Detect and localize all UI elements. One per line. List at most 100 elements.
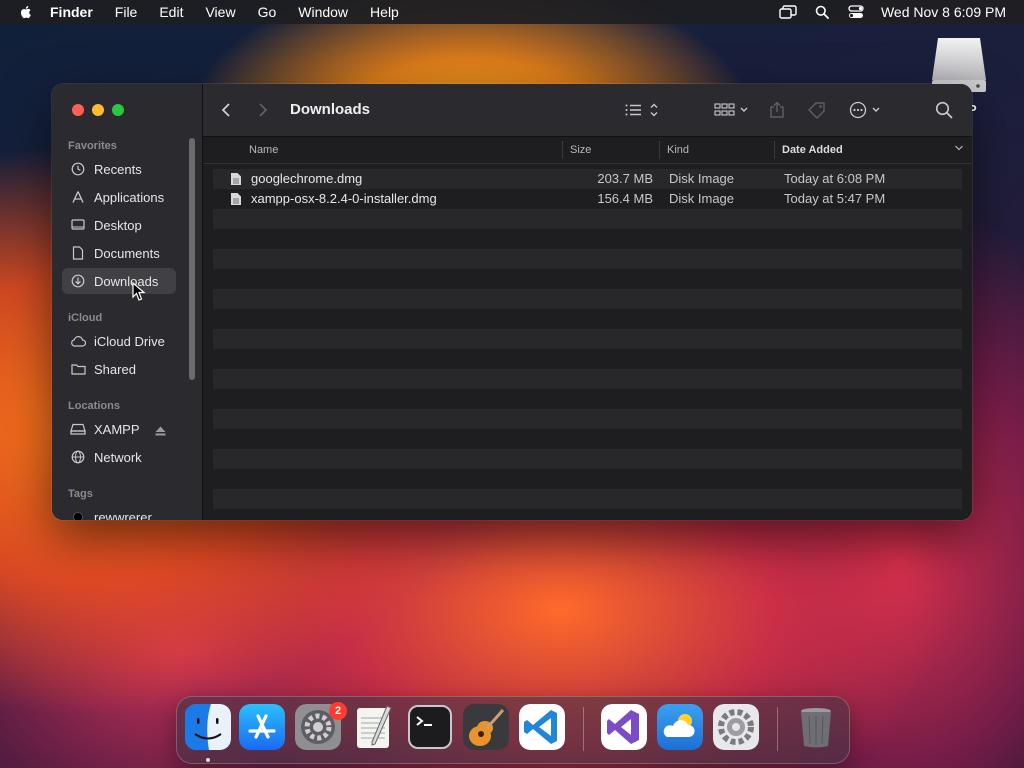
sidebar-section-tags: Tags xyxy=(68,488,93,500)
sidebar-item-downloads[interactable]: Downloads xyxy=(62,268,176,294)
garageband-icon[interactable] xyxy=(463,704,509,750)
column-divider[interactable] xyxy=(562,141,563,159)
file-list: Name Size Kind Date Added googlechrome.d… xyxy=(203,137,972,520)
vscode-icon[interactable] xyxy=(519,704,565,750)
column-name[interactable]: Name xyxy=(249,144,278,156)
tags-button[interactable] xyxy=(807,100,827,120)
trash-icon[interactable] xyxy=(793,704,839,750)
table-row[interactable]: xampp-osx-8.2.4-0-installer.dmg 156.4 MB… xyxy=(213,189,962,209)
sidebar-item-recents[interactable]: Recents xyxy=(62,156,176,182)
file-kind: Disk Image xyxy=(669,171,735,186)
file-name: googlechrome.dmg xyxy=(251,171,363,186)
empty-row xyxy=(213,329,962,349)
sidebar-item-label: Network xyxy=(94,449,142,465)
sidebar-item-network[interactable]: Network xyxy=(62,444,176,470)
sidebar-item-label: Downloads xyxy=(94,273,159,289)
sidebar-item-label: Applications xyxy=(94,189,165,205)
view-options-button[interactable] xyxy=(623,100,661,120)
screen-mirroring-icon[interactable] xyxy=(779,4,797,20)
chevron-right-icon xyxy=(259,103,268,117)
eject-icon[interactable] xyxy=(155,424,166,439)
menubar-clock[interactable]: Wed Nov 8 6:09 PM xyxy=(881,4,1006,20)
column-size[interactable]: Size xyxy=(570,144,591,156)
sidebar-item-xampp[interactable]: XAMPP xyxy=(62,416,182,442)
file-date-added: Today at 5:47 PM xyxy=(784,191,886,206)
menu-file[interactable]: File xyxy=(115,4,138,20)
dock-separator xyxy=(583,707,584,751)
menu-window[interactable]: Window xyxy=(298,4,348,20)
sidebar-item-icloud-drive[interactable]: iCloud Drive xyxy=(62,328,176,354)
sidebar-section-locations: Locations xyxy=(68,400,120,412)
window-title: Downloads xyxy=(290,101,371,118)
weather-icon[interactable] xyxy=(657,704,703,750)
download-icon xyxy=(70,273,86,289)
dock-separator xyxy=(777,707,778,751)
sidebar-item-applications[interactable]: Applications xyxy=(62,184,176,210)
dock: 2 xyxy=(176,696,850,764)
sidebar: Favorites Recents Applications Desktop D… xyxy=(52,84,203,520)
finder-icon[interactable] xyxy=(185,704,231,750)
empty-row xyxy=(213,449,962,469)
empty-row xyxy=(213,209,962,229)
clock-icon xyxy=(70,161,86,177)
column-divider[interactable] xyxy=(659,141,660,159)
notification-badge: 2 xyxy=(329,702,347,720)
sidebar-item-tag[interactable]: rewwrerer xyxy=(62,504,176,520)
desktop-icon xyxy=(70,217,86,233)
file-kind: Disk Image xyxy=(669,191,735,206)
empty-row xyxy=(213,249,962,269)
search-button[interactable] xyxy=(935,100,953,120)
menu-finder[interactable]: Finder xyxy=(50,4,93,20)
menu-help[interactable]: Help xyxy=(370,4,399,20)
sidebar-item-documents[interactable]: Documents xyxy=(62,240,176,266)
zoom-button[interactable] xyxy=(112,104,124,116)
menu-edit[interactable]: Edit xyxy=(159,4,183,20)
sort-chevron-down-icon[interactable] xyxy=(954,143,964,155)
sidebar-scrollbar[interactable] xyxy=(189,138,195,380)
table-row[interactable]: googlechrome.dmg 203.7 MB Disk Image Tod… xyxy=(213,169,962,189)
menu-go[interactable]: Go xyxy=(258,4,277,20)
empty-row xyxy=(213,489,962,509)
column-kind[interactable]: Kind xyxy=(667,144,689,156)
back-button[interactable] xyxy=(221,100,231,120)
file-size: 156.4 MB xyxy=(597,191,653,206)
disk-image-file-icon xyxy=(231,193,241,205)
sidebar-item-label: rewwrerer xyxy=(94,509,152,521)
terminal-icon[interactable] xyxy=(407,704,453,750)
search-icon xyxy=(935,101,953,119)
menu-bar: Finder File Edit View Go Window Help Wed… xyxy=(0,0,1024,24)
list-view-icon xyxy=(625,103,658,117)
settings-icon[interactable] xyxy=(713,704,759,750)
app-store-icon[interactable] xyxy=(239,704,285,750)
window-controls xyxy=(72,104,124,116)
tag-icon xyxy=(808,102,825,119)
file-date-added: Today at 6:08 PM xyxy=(784,171,886,186)
column-date-added[interactable]: Date Added xyxy=(782,144,843,156)
file-size: 203.7 MB xyxy=(597,171,653,186)
drive-icon xyxy=(70,421,86,437)
apple-menu-icon[interactable] xyxy=(18,4,34,20)
menu-view[interactable]: View xyxy=(205,4,235,20)
group-button[interactable] xyxy=(713,100,751,120)
forward-button[interactable] xyxy=(258,100,268,120)
empty-row xyxy=(213,289,962,309)
control-center-icon[interactable] xyxy=(847,4,865,20)
sidebar-item-desktop[interactable]: Desktop xyxy=(62,212,176,238)
tag-color-icon xyxy=(70,509,86,520)
cloud-icon xyxy=(70,333,86,349)
visual-studio-icon[interactable] xyxy=(601,704,647,750)
spotlight-search-icon[interactable] xyxy=(813,4,831,20)
textedit-icon[interactable] xyxy=(351,704,397,750)
finder-window: Favorites Recents Applications Desktop D… xyxy=(52,84,972,520)
sidebar-item-label: Shared xyxy=(94,361,136,377)
column-divider[interactable] xyxy=(774,141,775,159)
sidebar-item-label: iCloud Drive xyxy=(94,333,165,349)
share-button[interactable] xyxy=(769,100,785,120)
close-button[interactable] xyxy=(72,104,84,116)
sidebar-item-shared[interactable]: Shared xyxy=(62,356,176,382)
minimize-button[interactable] xyxy=(92,104,104,116)
action-button[interactable] xyxy=(849,100,885,120)
sidebar-item-label: Desktop xyxy=(94,217,142,233)
applications-icon xyxy=(70,189,86,205)
sidebar-item-label: XAMPP xyxy=(94,421,140,437)
